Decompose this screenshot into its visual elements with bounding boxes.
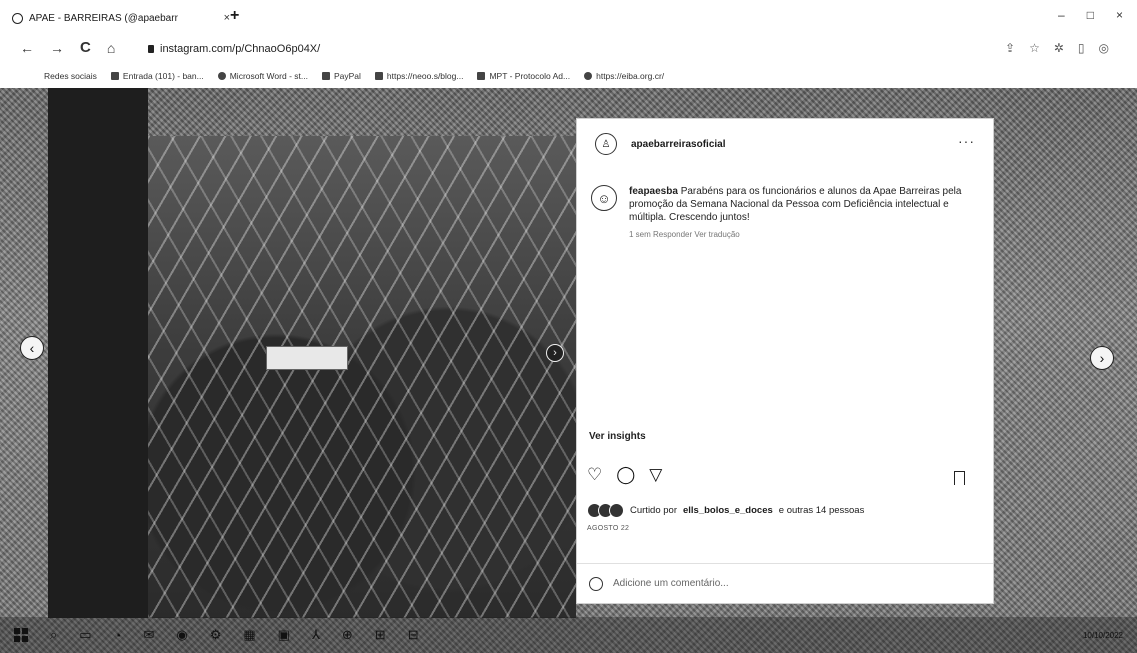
sidebar-icon[interactable]: ▯ bbox=[1078, 41, 1085, 55]
bookmark-label: MPT - Protocolo Ad... bbox=[489, 71, 571, 81]
instagram-favicon-icon bbox=[12, 12, 23, 24]
post-details-panel: ♙ apaebarreirasoficial ··· ☺ feapaesba P… bbox=[576, 118, 994, 604]
gmail-icon bbox=[110, 72, 119, 80]
extension-icons: ⇪ ☆ ✲ ▯ ◎ bbox=[1005, 41, 1109, 55]
extensions-icon[interactable]: ✲ bbox=[1054, 41, 1064, 55]
comment-author[interactable]: feapaesba bbox=[629, 186, 678, 197]
app-icon[interactable]: ⊕ bbox=[342, 627, 353, 643]
previous-post-button[interactable]: ‹ bbox=[20, 336, 44, 360]
window-controls: – □ × bbox=[1058, 8, 1123, 22]
comment: ☺ feapaesba Parabéns para os funcionário… bbox=[591, 185, 971, 239]
search-icon[interactable]: ⌕ bbox=[50, 627, 57, 643]
likes-suffix[interactable]: e outras 14 pessoas bbox=[779, 505, 865, 516]
minimize-button[interactable]: – bbox=[1058, 8, 1065, 22]
mail-icon[interactable]: ✉ bbox=[143, 627, 154, 643]
avatar[interactable]: ♙ bbox=[595, 133, 617, 155]
address-bar: ← → C ⌂ instagram.com/p/ChnaoO6p04X/ ⇪ ☆… bbox=[0, 34, 1137, 64]
more-options-button[interactable]: ··· bbox=[958, 133, 975, 149]
bookmark-item[interactable]: PayPal bbox=[321, 71, 361, 81]
likes-user[interactable]: ells_bolos_e_doces bbox=[683, 505, 773, 516]
mpt-icon bbox=[477, 72, 486, 80]
profile-icon[interactable]: ◎ bbox=[1099, 41, 1109, 55]
globe-icon bbox=[584, 72, 593, 80]
emoji-icon[interactable] bbox=[589, 576, 603, 591]
system-tray-clock[interactable]: 10/10/2022 bbox=[1083, 631, 1123, 640]
app-icon[interactable]: ⊟ bbox=[408, 627, 419, 643]
pdf-icon[interactable]: ⅄ bbox=[312, 627, 320, 643]
share-icon[interactable]: ⇪ bbox=[1005, 41, 1015, 55]
url-field[interactable]: instagram.com/p/ChnaoO6p04X/ bbox=[148, 43, 320, 55]
photos-icon[interactable]: ▣ bbox=[278, 627, 290, 643]
share-icon[interactable]: ▽ bbox=[649, 465, 662, 485]
close-window-button[interactable]: × bbox=[1116, 8, 1123, 22]
taskbar: ⌕ ▭ ◔ ✉ ◉ ⚙ ▦ ▣ ⅄ ⊕ ⊞ ⊟ 10/10/2022 bbox=[0, 617, 1137, 653]
bookmark-label: Entrada (101) - ban... bbox=[122, 71, 204, 81]
like-icon[interactable]: ♡ bbox=[587, 465, 602, 485]
view-insights-link[interactable]: Ver insights bbox=[589, 431, 646, 442]
post-date: AGOSTO 22 bbox=[587, 525, 630, 532]
link-icon bbox=[374, 72, 383, 80]
bookmark-item[interactable]: Microsoft Word - st... bbox=[217, 71, 308, 81]
bookmark-item[interactable]: MPT - Protocolo Ad... bbox=[477, 71, 570, 81]
bookmarks-bar: Redes sociais Entrada (101) - ban... Mic… bbox=[0, 64, 1137, 88]
comment-meta[interactable]: 1 sem Responder Ver tradução bbox=[629, 230, 971, 239]
edge-icon[interactable]: ◔ bbox=[114, 628, 122, 643]
comment-text: Parabéns para os funcionários e alunos d… bbox=[629, 186, 962, 223]
next-image-button[interactable]: › bbox=[546, 344, 564, 362]
likes-prefix: Curtido por bbox=[630, 505, 677, 516]
comment-icon[interactable]: ◯ bbox=[616, 465, 635, 485]
lock-icon bbox=[148, 45, 154, 53]
comment-input[interactable]: Adicione um comentário... bbox=[613, 578, 729, 589]
store-icon[interactable]: ▦ bbox=[243, 627, 255, 643]
windows-start-icon[interactable] bbox=[14, 628, 28, 642]
post-header: ♙ apaebarreirasoficial ··· bbox=[577, 119, 993, 169]
photo-banner bbox=[266, 346, 348, 370]
taskbar-icons: ⌕ ▭ ◔ ✉ ◉ ⚙ ▦ ▣ ⅄ ⊕ ⊞ ⊟ bbox=[14, 627, 419, 643]
star-icon[interactable]: ☆ bbox=[1029, 41, 1040, 55]
bookmark-label: https://neoo.s/blog... bbox=[386, 71, 464, 81]
settings-icon[interactable]: ⚙ bbox=[210, 627, 222, 643]
comment-body: feapaesba Parabéns para os funcionários … bbox=[629, 185, 971, 224]
back-button[interactable]: ← bbox=[20, 40, 34, 56]
bookmark-label: PayPal bbox=[333, 71, 361, 81]
browser-tab[interactable]: APAE - BARREIRAS (@apaebarr × bbox=[12, 8, 230, 28]
home-button[interactable]: ⌂ bbox=[107, 40, 115, 56]
likes-summary[interactable]: Curtido por ells_bolos_e_doces e outras … bbox=[587, 503, 864, 518]
tab-title: APAE - BARREIRAS (@apaebarr bbox=[29, 12, 178, 24]
bookmark-item[interactable]: https://neoo.s/blog... bbox=[374, 71, 464, 81]
bookmark-icon[interactable] bbox=[954, 471, 965, 485]
bookmark-label: Redes sociais bbox=[44, 71, 97, 81]
comment-input-row[interactable]: Adicione um comentário... bbox=[577, 563, 993, 603]
paypal-icon bbox=[321, 72, 330, 80]
tab-bar: APAE - BARREIRAS (@apaebarr × + – □ × bbox=[0, 0, 1137, 34]
new-tab-button[interactable]: + bbox=[230, 8, 239, 24]
forward-button[interactable]: → bbox=[50, 40, 64, 56]
bookmark-label: Microsoft Word - st... bbox=[229, 71, 308, 81]
bookmark-item[interactable]: Entrada (101) - ban... bbox=[110, 71, 204, 81]
chrome-icon[interactable]: ◉ bbox=[176, 627, 187, 643]
post-actions: ♡ ◯ ▽ bbox=[587, 465, 662, 485]
bookmark-item[interactable]: https://eiba.org.cr/ bbox=[584, 71, 664, 81]
next-post-button[interactable]: › bbox=[1090, 346, 1114, 370]
maximize-button[interactable]: □ bbox=[1087, 8, 1094, 22]
navigation-buttons: ← → C ⌂ bbox=[20, 39, 115, 56]
post-username[interactable]: apaebarreirasoficial bbox=[631, 139, 726, 150]
avatar bbox=[609, 503, 624, 518]
bookmark-label: https://eiba.org.cr/ bbox=[596, 71, 665, 81]
task-view-icon[interactable]: ▭ bbox=[79, 627, 91, 643]
reload-button[interactable]: C bbox=[80, 39, 91, 56]
post-photo[interactable] bbox=[148, 136, 576, 618]
app-icon[interactable]: ⊞ bbox=[375, 627, 386, 643]
bookmark-item[interactable]: Redes sociais bbox=[44, 71, 97, 81]
liker-avatars bbox=[587, 503, 624, 518]
background-shade bbox=[48, 88, 148, 618]
globe-icon bbox=[217, 72, 226, 80]
url-text: instagram.com/p/ChnaoO6p04X/ bbox=[160, 43, 321, 55]
comment-avatar[interactable]: ☺ bbox=[591, 185, 617, 211]
